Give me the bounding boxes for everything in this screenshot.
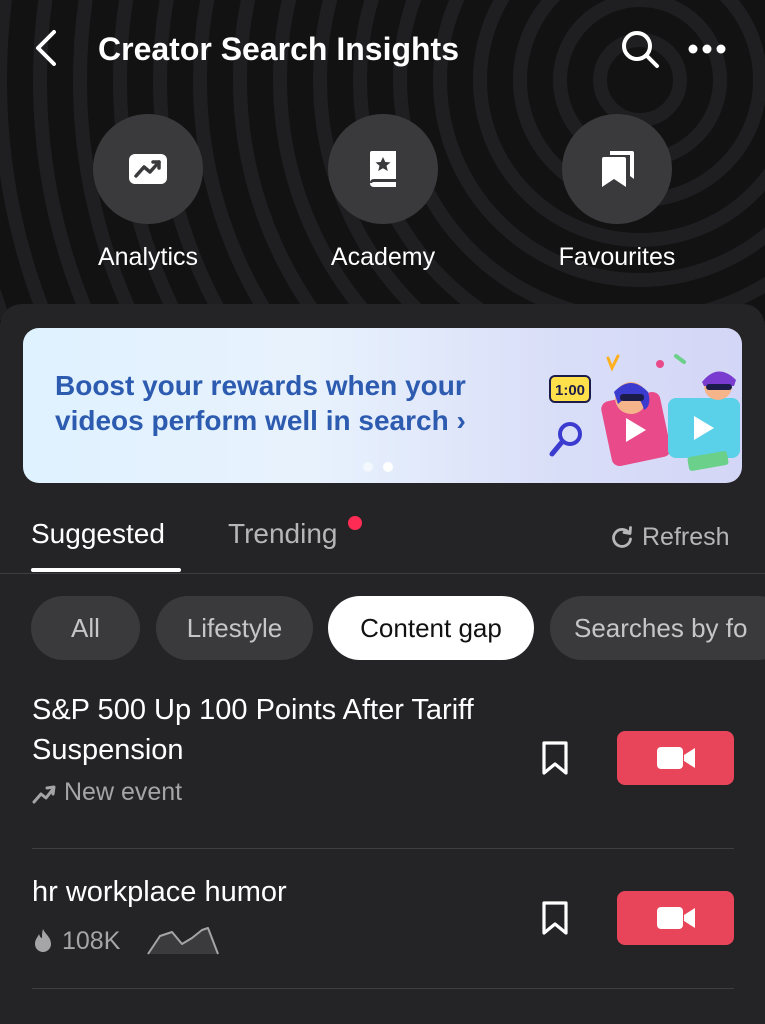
topic-title: S&P 500 Up 100 Points After Tariff Suspe… bbox=[32, 694, 474, 766]
filter-chips: All Lifestyle Content gap Searches by fo bbox=[0, 596, 765, 662]
chevron-left-icon bbox=[36, 30, 56, 66]
banner-pagination bbox=[363, 462, 393, 472]
search-button[interactable] bbox=[615, 26, 665, 72]
notification-dot bbox=[348, 516, 362, 530]
video-camera-icon bbox=[656, 747, 695, 769]
top-bar: Creator Search Insights bbox=[0, 0, 765, 100]
topic-row[interactable]: S&P 500 Up 100 Points After Tariff Suspe… bbox=[0, 690, 765, 850]
active-tab-indicator bbox=[31, 568, 181, 572]
promo-banner[interactable]: Boost your rewards when your videos perf… bbox=[23, 328, 742, 483]
shortcut-label: Analytics bbox=[97, 243, 199, 271]
hero-background: Creator Search Insights Analytics Academ… bbox=[0, 0, 765, 320]
row-divider bbox=[32, 988, 734, 989]
shortcut-analytics[interactable]: Analytics bbox=[58, 114, 238, 284]
banner-message: Boost your rewards when your videos perf… bbox=[55, 370, 466, 436]
shortcut-label: Academy bbox=[330, 243, 436, 271]
shortcut-favourites-circle bbox=[562, 114, 672, 224]
page-title: Creator Search Insights bbox=[98, 31, 459, 67]
shortcut-favourites[interactable]: Favourites bbox=[527, 114, 707, 284]
more-button[interactable] bbox=[683, 26, 731, 72]
bookmark-icon bbox=[542, 741, 568, 775]
row-divider bbox=[32, 848, 734, 849]
shortcut-analytics-circle bbox=[93, 114, 203, 224]
refresh-icon bbox=[612, 526, 632, 548]
chip-all[interactable]: All bbox=[31, 596, 140, 660]
bookmark-icon bbox=[542, 901, 568, 935]
flame-icon bbox=[35, 929, 51, 952]
banner-chevron-icon: › bbox=[456, 405, 466, 436]
topic-meta-text: New event bbox=[64, 778, 183, 806]
banner-text: Boost your rewards when your videos perf… bbox=[55, 368, 525, 438]
more-horizontal-icon bbox=[688, 44, 726, 54]
topic-meta-text: 108K bbox=[62, 926, 121, 955]
shortcut-academy-circle bbox=[328, 114, 438, 224]
banner-illustration: 1:00 bbox=[549, 354, 740, 471]
shortcut-label: Favourites bbox=[558, 243, 676, 271]
topic-row[interactable]: hr workplace humor 108K bbox=[0, 870, 765, 990]
tab-trending[interactable]: Trending bbox=[228, 516, 337, 552]
record-video-button[interactable] bbox=[617, 891, 734, 945]
topic-meta: 108K bbox=[32, 926, 222, 956]
shortcut-academy[interactable]: Academy bbox=[293, 114, 473, 284]
book-star-icon bbox=[370, 151, 396, 187]
chip-content-gap[interactable]: Content gap bbox=[328, 596, 534, 660]
banner-art-label: 1:00 bbox=[555, 382, 585, 399]
chip-lifestyle[interactable]: Lifestyle bbox=[156, 596, 313, 660]
bookmarks-icon bbox=[602, 151, 634, 187]
refresh-button[interactable]: Refresh bbox=[610, 522, 730, 552]
record-video-button[interactable] bbox=[617, 731, 734, 785]
search-icon bbox=[622, 31, 659, 68]
chip-searches-by[interactable]: Searches by fo bbox=[550, 596, 765, 660]
refresh-label: Refresh bbox=[642, 522, 730, 551]
bookmark-button[interactable] bbox=[530, 893, 580, 943]
topic-title: hr workplace humor bbox=[32, 876, 287, 908]
back-button[interactable] bbox=[24, 26, 68, 70]
video-camera-icon bbox=[656, 907, 695, 929]
pagination-dot[interactable] bbox=[363, 462, 373, 472]
sparkline-chart bbox=[147, 927, 220, 955]
pagination-dot-active[interactable] bbox=[383, 462, 393, 472]
bookmark-button[interactable] bbox=[530, 733, 580, 783]
trend-arrow-icon bbox=[32, 785, 56, 803]
topic-meta: New event bbox=[32, 778, 182, 807]
tab-suggested[interactable]: Suggested bbox=[31, 516, 165, 552]
trending-chart-icon bbox=[129, 154, 167, 184]
content-sheet: Boost your rewards when your videos perf… bbox=[0, 304, 765, 1024]
